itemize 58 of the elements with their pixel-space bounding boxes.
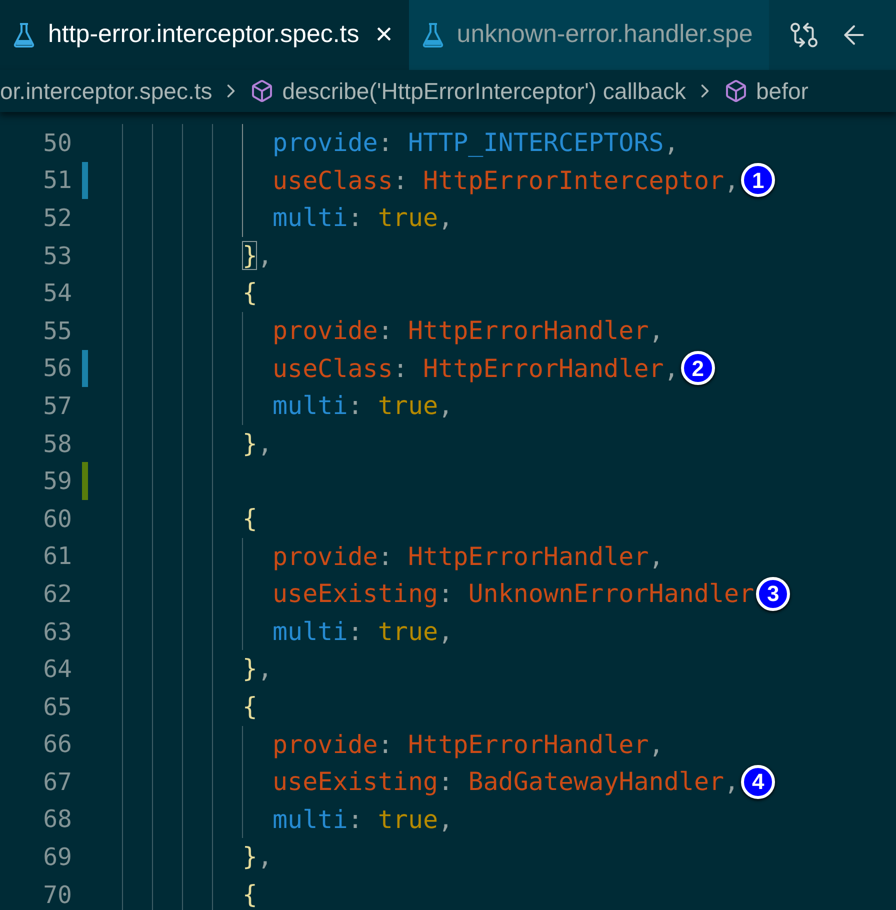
cube-icon xyxy=(250,79,274,103)
code-line: multi: true, xyxy=(272,616,454,648)
line-number: 68 xyxy=(42,804,73,836)
cube-icon xyxy=(724,79,748,103)
compare-icon[interactable] xyxy=(788,20,819,50)
code-line: provide: HTTP_INTERCEPTORS, xyxy=(272,127,679,160)
line-number: 57 xyxy=(42,390,73,422)
code-line: { xyxy=(242,502,258,535)
breadcrumb-item[interactable]: befor xyxy=(756,74,808,108)
line-number: 63 xyxy=(42,616,73,648)
line-number: 64 xyxy=(42,654,73,686)
line-number: 53 xyxy=(42,240,73,272)
code-line: { xyxy=(242,690,258,723)
breadcrumb-item[interactable]: or.interceptor.spec.ts xyxy=(0,74,212,108)
line-number: 52 xyxy=(42,202,73,234)
code-line: }, xyxy=(242,428,273,460)
tab-label: unknown-error.handler.spe xyxy=(456,19,753,50)
number-badge: 2 xyxy=(680,351,715,386)
line-number: 55 xyxy=(42,316,73,347)
code-line: multi: true, xyxy=(272,390,454,422)
line-number: 58 xyxy=(42,428,73,460)
line-number: 67 xyxy=(42,766,73,798)
line-number: 54 xyxy=(42,278,73,310)
breadcrumb-item[interactable]: describe('HttpErrorInterceptor') callback xyxy=(282,74,686,108)
line-number: 56 xyxy=(42,353,73,384)
line-number: 69 xyxy=(42,842,73,874)
code-line: }, xyxy=(242,841,273,874)
flask-icon xyxy=(12,22,36,48)
code-line: { xyxy=(242,878,258,910)
line-number: 60 xyxy=(42,504,73,535)
code-line: { xyxy=(242,277,258,310)
line-number: 59 xyxy=(42,466,73,498)
line-number: 50 xyxy=(42,128,73,159)
code-line: }, xyxy=(242,653,273,686)
code-line: useClass: HttpErrorHandler, xyxy=(272,352,679,385)
code-line: provide: HttpErrorHandler, xyxy=(272,728,664,761)
line-number: 70 xyxy=(42,880,73,910)
tab-label: http-error.interceptor.spec.ts xyxy=(48,19,360,50)
editor-tab[interactable]: http-error.interceptor.spec.ts × xyxy=(0,0,409,70)
code-line: multi: true, xyxy=(272,202,454,234)
code-line: useExisting: BadGatewayHandler, xyxy=(272,766,740,798)
flask-icon xyxy=(420,22,445,48)
code-line: provide: HttpErrorHandler, xyxy=(272,540,664,573)
close-icon[interactable]: × xyxy=(375,20,393,50)
number-badge: 3 xyxy=(756,576,790,611)
code-line: useClass: HttpErrorInterceptor, xyxy=(272,164,740,197)
line-number: 51 xyxy=(42,165,73,196)
code-line: useExisting: UnknownErrorHandler xyxy=(272,578,754,610)
line-number: 65 xyxy=(42,692,73,723)
editor-tab[interactable]: unknown-error.handler.spe xyxy=(408,0,769,70)
line-number: 62 xyxy=(42,578,73,610)
line-number: 61 xyxy=(42,541,73,572)
number-badge: 1 xyxy=(741,163,776,198)
number-badge: 4 xyxy=(741,764,776,799)
line-number: 66 xyxy=(42,729,73,760)
code-line: multi: true, xyxy=(272,804,454,836)
code-line: }, xyxy=(242,240,273,272)
code-line: provide: HttpErrorHandler, xyxy=(272,315,664,348)
